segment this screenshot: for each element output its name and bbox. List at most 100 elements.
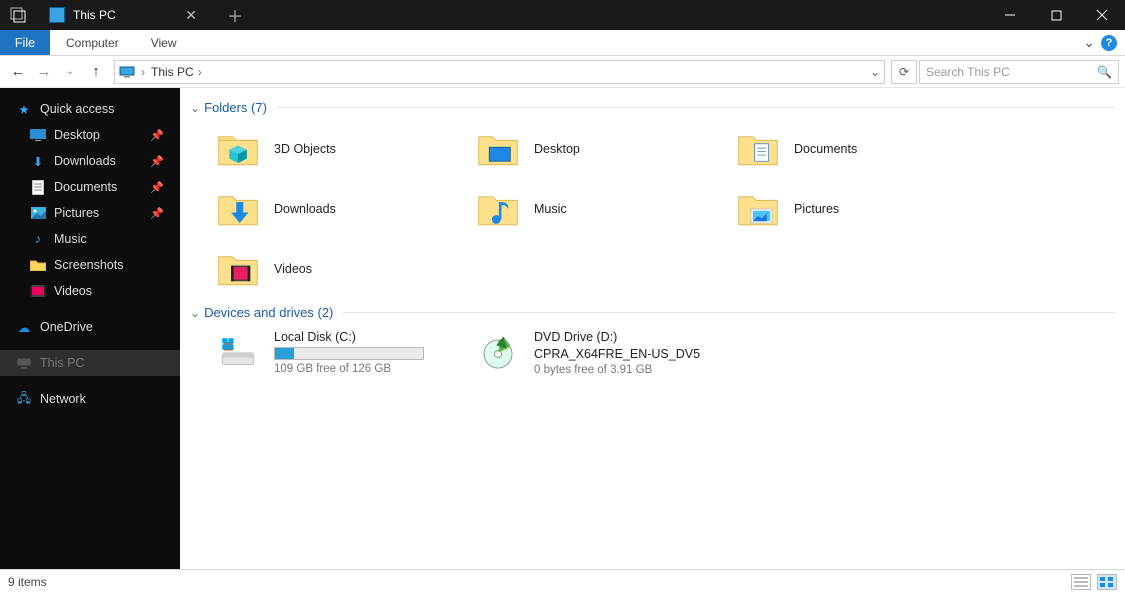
- sidebar-label: Desktop: [54, 128, 100, 142]
- folder-documents[interactable]: Documents: [730, 121, 970, 177]
- sidebar-label: Quick access: [40, 102, 114, 116]
- refresh-button[interactable]: ⟳: [891, 60, 917, 84]
- nav-recent-dropdown[interactable]: ⌄: [58, 60, 82, 84]
- sidebar-label: OneDrive: [40, 320, 93, 334]
- drives-grid: Local Disk (C:) 109 GB free of 126 GB DV…: [180, 326, 1115, 382]
- chevron-right-icon[interactable]: ›: [198, 65, 202, 79]
- address-bar[interactable]: › This PC › ⌄: [114, 60, 885, 84]
- sidebar-label: Videos: [54, 284, 92, 298]
- group-title: Folders (7): [204, 100, 267, 115]
- sidebar-item-quick-access[interactable]: ★ Quick access: [0, 96, 180, 122]
- onedrive-icon: ☁: [16, 319, 32, 335]
- sidebar-item-this-pc[interactable]: This PC: [0, 350, 180, 376]
- pictures-folder-icon: [734, 185, 782, 233]
- folder-label: 3D Objects: [274, 142, 336, 156]
- group-header-folders[interactable]: ⌄ Folders (7): [180, 92, 1115, 121]
- status-bar: 9 items: [0, 569, 1125, 593]
- drive-local-c[interactable]: Local Disk (C:) 109 GB free of 126 GB: [210, 326, 450, 382]
- chevron-down-icon: ⌄: [190, 306, 200, 320]
- sidebar-label: Screenshots: [54, 258, 123, 272]
- breadcrumb-this-pc[interactable]: This PC: [151, 65, 194, 79]
- drive-free-text: 109 GB free of 126 GB: [274, 363, 424, 375]
- folder-label: Music: [534, 202, 567, 216]
- folder-3d-objects[interactable]: 3D Objects: [210, 121, 450, 177]
- titlebar: This PC ✕ ＋: [0, 0, 1125, 30]
- folders-grid: 3D Objects Desktop Documents: [180, 121, 1115, 297]
- new-tab-button[interactable]: ＋: [215, 0, 255, 30]
- drive-free-text: 0 bytes free of 3.91 GB: [534, 364, 700, 376]
- sidebar-item-onedrive[interactable]: ☁ OneDrive: [0, 314, 180, 340]
- this-pc-icon: [119, 64, 135, 80]
- chevron-down-icon: ⌄: [190, 101, 200, 115]
- network-icon: 🖧: [16, 391, 32, 407]
- folder-pictures[interactable]: Pictures: [730, 181, 970, 237]
- sidebar-label: Documents: [54, 180, 117, 194]
- ribbon-tab-computer[interactable]: Computer: [50, 30, 135, 55]
- drive-dvd-d[interactable]: DVD Drive (D:) CPRA_X64FRE_EN-US_DV5 0 b…: [470, 326, 710, 382]
- maximize-button[interactable]: [1033, 0, 1079, 30]
- folder-music[interactable]: Music: [470, 181, 710, 237]
- folder-downloads[interactable]: Downloads: [210, 181, 450, 237]
- sidebar-item-documents[interactable]: Documents 📌: [0, 174, 180, 200]
- address-dropdown-icon[interactable]: ⌄: [870, 65, 880, 79]
- nav-up-button[interactable]: ↑: [84, 60, 108, 84]
- music-icon: ♪: [30, 231, 46, 247]
- group-header-drives[interactable]: ⌄ Devices and drives (2): [180, 297, 1115, 326]
- help-icon[interactable]: ?: [1101, 35, 1117, 51]
- desktop-folder-icon: [474, 125, 522, 173]
- dvd-drive-icon: [474, 330, 522, 378]
- search-input[interactable]: [926, 65, 1097, 79]
- file-menu[interactable]: File: [0, 30, 50, 55]
- close-button[interactable]: [1079, 0, 1125, 30]
- pictures-icon: [30, 205, 46, 221]
- folder-desktop[interactable]: Desktop: [470, 121, 710, 177]
- sidebar-item-pictures[interactable]: Pictures 📌: [0, 200, 180, 226]
- app-icon: [0, 0, 35, 30]
- chevron-right-icon[interactable]: ›: [141, 65, 145, 79]
- ribbon-tab-view[interactable]: View: [135, 30, 193, 55]
- desktop-icon: [30, 127, 46, 143]
- tab-close-icon[interactable]: ✕: [181, 7, 201, 24]
- sidebar-label: Pictures: [54, 206, 99, 220]
- videos-folder-icon: [214, 245, 262, 293]
- sidebar-item-music[interactable]: ♪ Music: [0, 226, 180, 252]
- minimize-button[interactable]: [987, 0, 1033, 30]
- pin-icon: 📌: [150, 207, 170, 220]
- sidebar-item-videos[interactable]: Videos: [0, 278, 180, 304]
- nav-forward-button[interactable]: →: [32, 60, 56, 84]
- nav-toolbar: ← → ⌄ ↑ › This PC › ⌄ ⟳ 🔍: [0, 56, 1125, 88]
- tab-title: This PC: [73, 8, 116, 22]
- music-folder-icon: [474, 185, 522, 233]
- search-icon[interactable]: 🔍: [1097, 65, 1112, 79]
- 3d-objects-icon: [214, 125, 262, 173]
- sidebar-item-downloads[interactable]: ⬇ Downloads 📌: [0, 148, 180, 174]
- group-title: Devices and drives (2): [204, 305, 333, 320]
- expand-ribbon-icon[interactable]: ⌄: [1083, 34, 1095, 51]
- ribbon: File Computer View ⌄ ?: [0, 30, 1125, 56]
- view-large-icons-button[interactable]: [1097, 574, 1117, 590]
- drive-name: Local Disk (C:): [274, 330, 424, 344]
- sidebar-label: Music: [54, 232, 87, 246]
- folder-videos[interactable]: Videos: [210, 241, 450, 297]
- videos-icon: [30, 283, 46, 299]
- folder-label: Desktop: [534, 142, 580, 156]
- window-tab[interactable]: This PC ✕: [35, 0, 215, 30]
- navigation-pane: ★ Quick access Desktop 📌 ⬇ Downloads 📌 D…: [0, 88, 180, 569]
- sidebar-label: This PC: [40, 356, 84, 370]
- nav-back-button[interactable]: ←: [6, 60, 30, 84]
- sidebar-item-screenshots[interactable]: Screenshots: [0, 252, 180, 278]
- search-box[interactable]: 🔍: [919, 60, 1119, 84]
- star-icon: ★: [16, 101, 32, 117]
- downloads-icon: ⬇: [30, 153, 46, 169]
- pin-icon: 📌: [150, 155, 170, 168]
- sidebar-label: Network: [40, 392, 86, 406]
- downloads-folder-icon: [214, 185, 262, 233]
- folder-label: Downloads: [274, 202, 336, 216]
- view-details-button[interactable]: [1071, 574, 1091, 590]
- content-area: ⌄ Folders (7) 3D Objects Desktop: [180, 88, 1125, 569]
- folder-label: Pictures: [794, 202, 839, 216]
- sidebar-item-desktop[interactable]: Desktop 📌: [0, 122, 180, 148]
- folder-icon: [30, 257, 46, 273]
- sidebar-item-network[interactable]: 🖧 Network: [0, 386, 180, 412]
- folder-label: Documents: [794, 142, 857, 156]
